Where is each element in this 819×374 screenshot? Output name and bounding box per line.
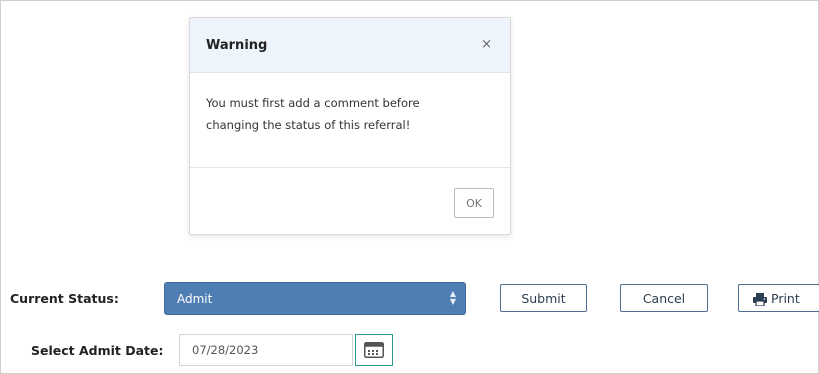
select-arrows-icon: ▲ ▼ [449,289,456,306]
calendar-icon [364,342,384,358]
admit-date-label: Select Admit Date: [31,343,164,358]
admit-date-input[interactable]: 07/28/2023 [179,334,353,366]
warning-dialog: Warning × You must first add a comment b… [189,17,511,235]
calendar-button[interactable] [355,334,393,366]
close-icon[interactable]: × [481,37,492,52]
status-selected-value: Admit [177,292,213,306]
print-label: Print [771,290,800,306]
dialog-title: Warning [206,38,268,53]
ok-button[interactable]: OK [454,188,494,218]
cancel-button[interactable]: Cancel [620,284,708,312]
current-status-label: Current Status: [10,291,119,306]
page-frame: Warning × You must first add a comment b… [0,0,819,374]
dialog-header: Warning × [190,18,510,73]
dialog-divider [190,167,510,168]
status-select[interactable]: Admit ▲ ▼ [164,282,466,315]
print-button[interactable]: Print [738,284,819,312]
submit-button[interactable]: Submit [500,284,587,312]
printer-icon [753,292,767,306]
dialog-message: You must first add a comment before chan… [206,96,420,132]
